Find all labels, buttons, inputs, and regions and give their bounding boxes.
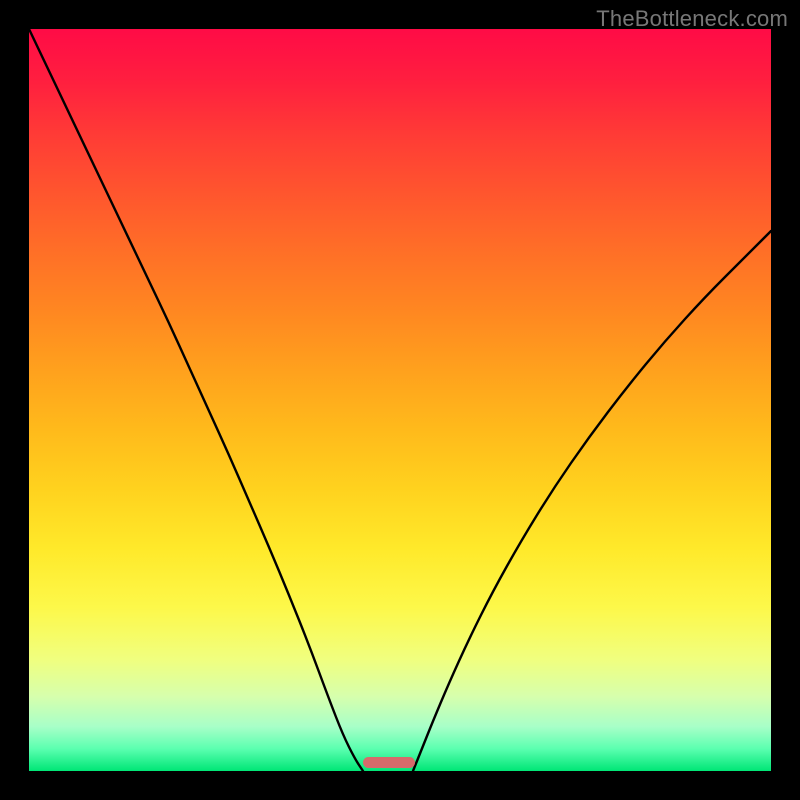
chart-frame: TheBottleneck.com: [0, 0, 800, 800]
right-curve: [413, 231, 771, 771]
left-curve: [29, 29, 363, 771]
curves-layer: [29, 29, 771, 771]
plot-area: [29, 29, 771, 771]
bottom-segment-marker: [363, 757, 415, 768]
watermark-text: TheBottleneck.com: [596, 6, 788, 32]
